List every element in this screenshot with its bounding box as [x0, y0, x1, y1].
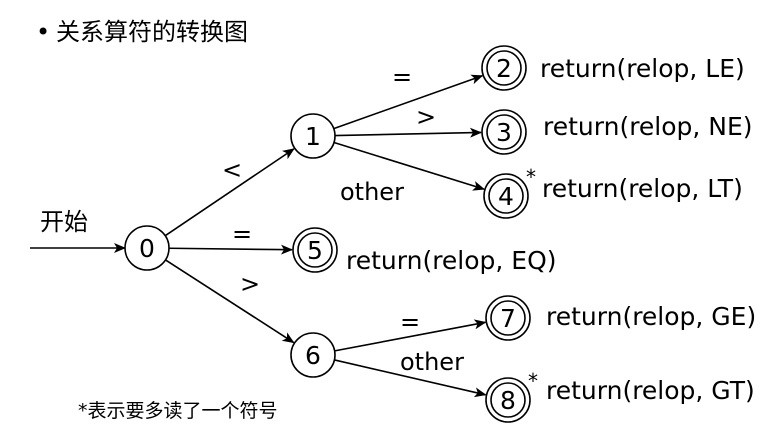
state-4: 4 return(relop, LT)* [483, 165, 743, 219]
transition-label-6-8: other [400, 348, 464, 376]
transition-label-0-1: < [222, 156, 242, 184]
state-0: 0 [124, 225, 170, 271]
state-number-6: 6 [305, 341, 321, 370]
diagram-title: 关系算符的转换图 [56, 18, 248, 46]
state-action-7: return(relop, GE) [546, 302, 756, 331]
state-3: 3 return(relop, NE) [481, 109, 753, 155]
transition-edge-1-3 [334, 127, 483, 138]
state-7: 7 return(relop, GE) [485, 295, 756, 341]
state-number-7: 7 [500, 304, 516, 333]
state-number-5: 5 [307, 236, 323, 265]
start-label: 开始 [40, 208, 88, 236]
transition-edge-0-5 [168, 244, 294, 255]
retract-mark-4: * [526, 165, 536, 189]
state-number-2: 2 [496, 54, 512, 83]
state-6: 6 [290, 332, 336, 378]
state-diagram-canvas: • 关系算符的转换图 开始 *表示要多读了一个符号 <=>=>other=oth… [30, 18, 756, 423]
state-action-5: return(relop, EQ) [346, 246, 557, 275]
transition-edge-0-6 [165, 259, 295, 344]
state-5: 5 return(relop, EQ) [292, 227, 557, 275]
state-number-0: 0 [139, 234, 155, 263]
title-bullet: • [36, 18, 50, 46]
state-number-3: 3 [496, 118, 512, 147]
state-1: 1 [290, 113, 336, 159]
transition-diagram: • 关系算符的转换图 开始 *表示要多读了一个符号 < = > = > other = oth… [0, 0, 768, 433]
state-action-3: return(relop, NE) [543, 112, 753, 141]
transition-label-0-5: = [232, 220, 252, 248]
transition-label-6-7: = [400, 308, 420, 336]
state-action-2: return(relop, LE) [540, 54, 745, 83]
state-number-8: 8 [500, 386, 516, 415]
retract-mark-8: * [528, 369, 538, 393]
state-action-8: return(relop, GT) [546, 376, 755, 405]
state-2: 2 return(relop, LE) [481, 45, 745, 91]
transition-label-1-2: = [392, 63, 412, 91]
footnote: *表示要多读了一个符号 [78, 400, 278, 422]
transition-label-1-4: other [340, 178, 404, 206]
state-8: 8 return(relop, GT) * [485, 369, 755, 423]
state-action-4: return(relop, LT) [542, 174, 743, 203]
transition-label-1-3: > [416, 103, 436, 131]
state-number-4: 4 [498, 182, 514, 211]
state-number-1: 1 [305, 122, 321, 151]
transition-label-0-6: > [240, 270, 260, 298]
